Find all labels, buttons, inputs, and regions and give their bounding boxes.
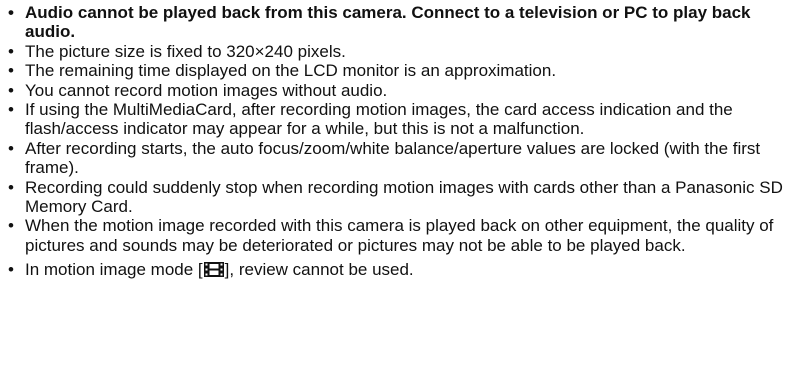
bullet: •	[8, 3, 14, 22]
bullet: •	[8, 260, 14, 280]
note-text: Recording could suddenly stop when recor…	[25, 177, 783, 217]
note-item: • After recording starts, the auto focus…	[6, 139, 788, 178]
note-item: • The remaining time displayed on the LC…	[6, 61, 788, 80]
note-item: • The picture size is fixed to 320×240 p…	[6, 42, 788, 61]
note-item: • When the motion image recorded with th…	[6, 216, 788, 255]
bullet: •	[8, 138, 14, 158]
bullet: •	[8, 61, 14, 81]
bullet: •	[8, 80, 14, 100]
bullet: •	[8, 177, 14, 197]
note-item: • You cannot record motion images withou…	[6, 81, 788, 100]
note-item: • Audio cannot be played back from this …	[6, 3, 788, 42]
note-item-motion-mode: • In motion image mode [ ], review canno…	[6, 260, 788, 281]
note-item: • Recording could suddenly stop when rec…	[6, 178, 788, 217]
note-item: • If using the MultiMediaCard, after rec…	[6, 100, 788, 139]
note-text: Audio cannot be played back from this ca…	[25, 3, 751, 42]
bullet: •	[8, 100, 14, 120]
note-text: When the motion image recorded with this…	[25, 216, 774, 255]
note-text: You cannot record motion images without …	[25, 80, 388, 100]
bullet: •	[8, 216, 14, 236]
notes-list: • Audio cannot be played back from this …	[6, 3, 788, 282]
note-text: If using the MultiMediaCard, after recor…	[25, 100, 733, 139]
note-text-before: In motion image mode [	[25, 260, 203, 280]
bullet: •	[8, 41, 14, 61]
note-text-after: ], review cannot be used.	[224, 260, 414, 280]
note-text: After recording starts, the auto focus/z…	[25, 138, 761, 178]
note-text: The remaining time displayed on the LCD …	[25, 61, 557, 81]
note-text: The picture size is fixed to 320×240 pix…	[25, 41, 346, 61]
motion-image-mode-icon	[203, 262, 224, 281]
